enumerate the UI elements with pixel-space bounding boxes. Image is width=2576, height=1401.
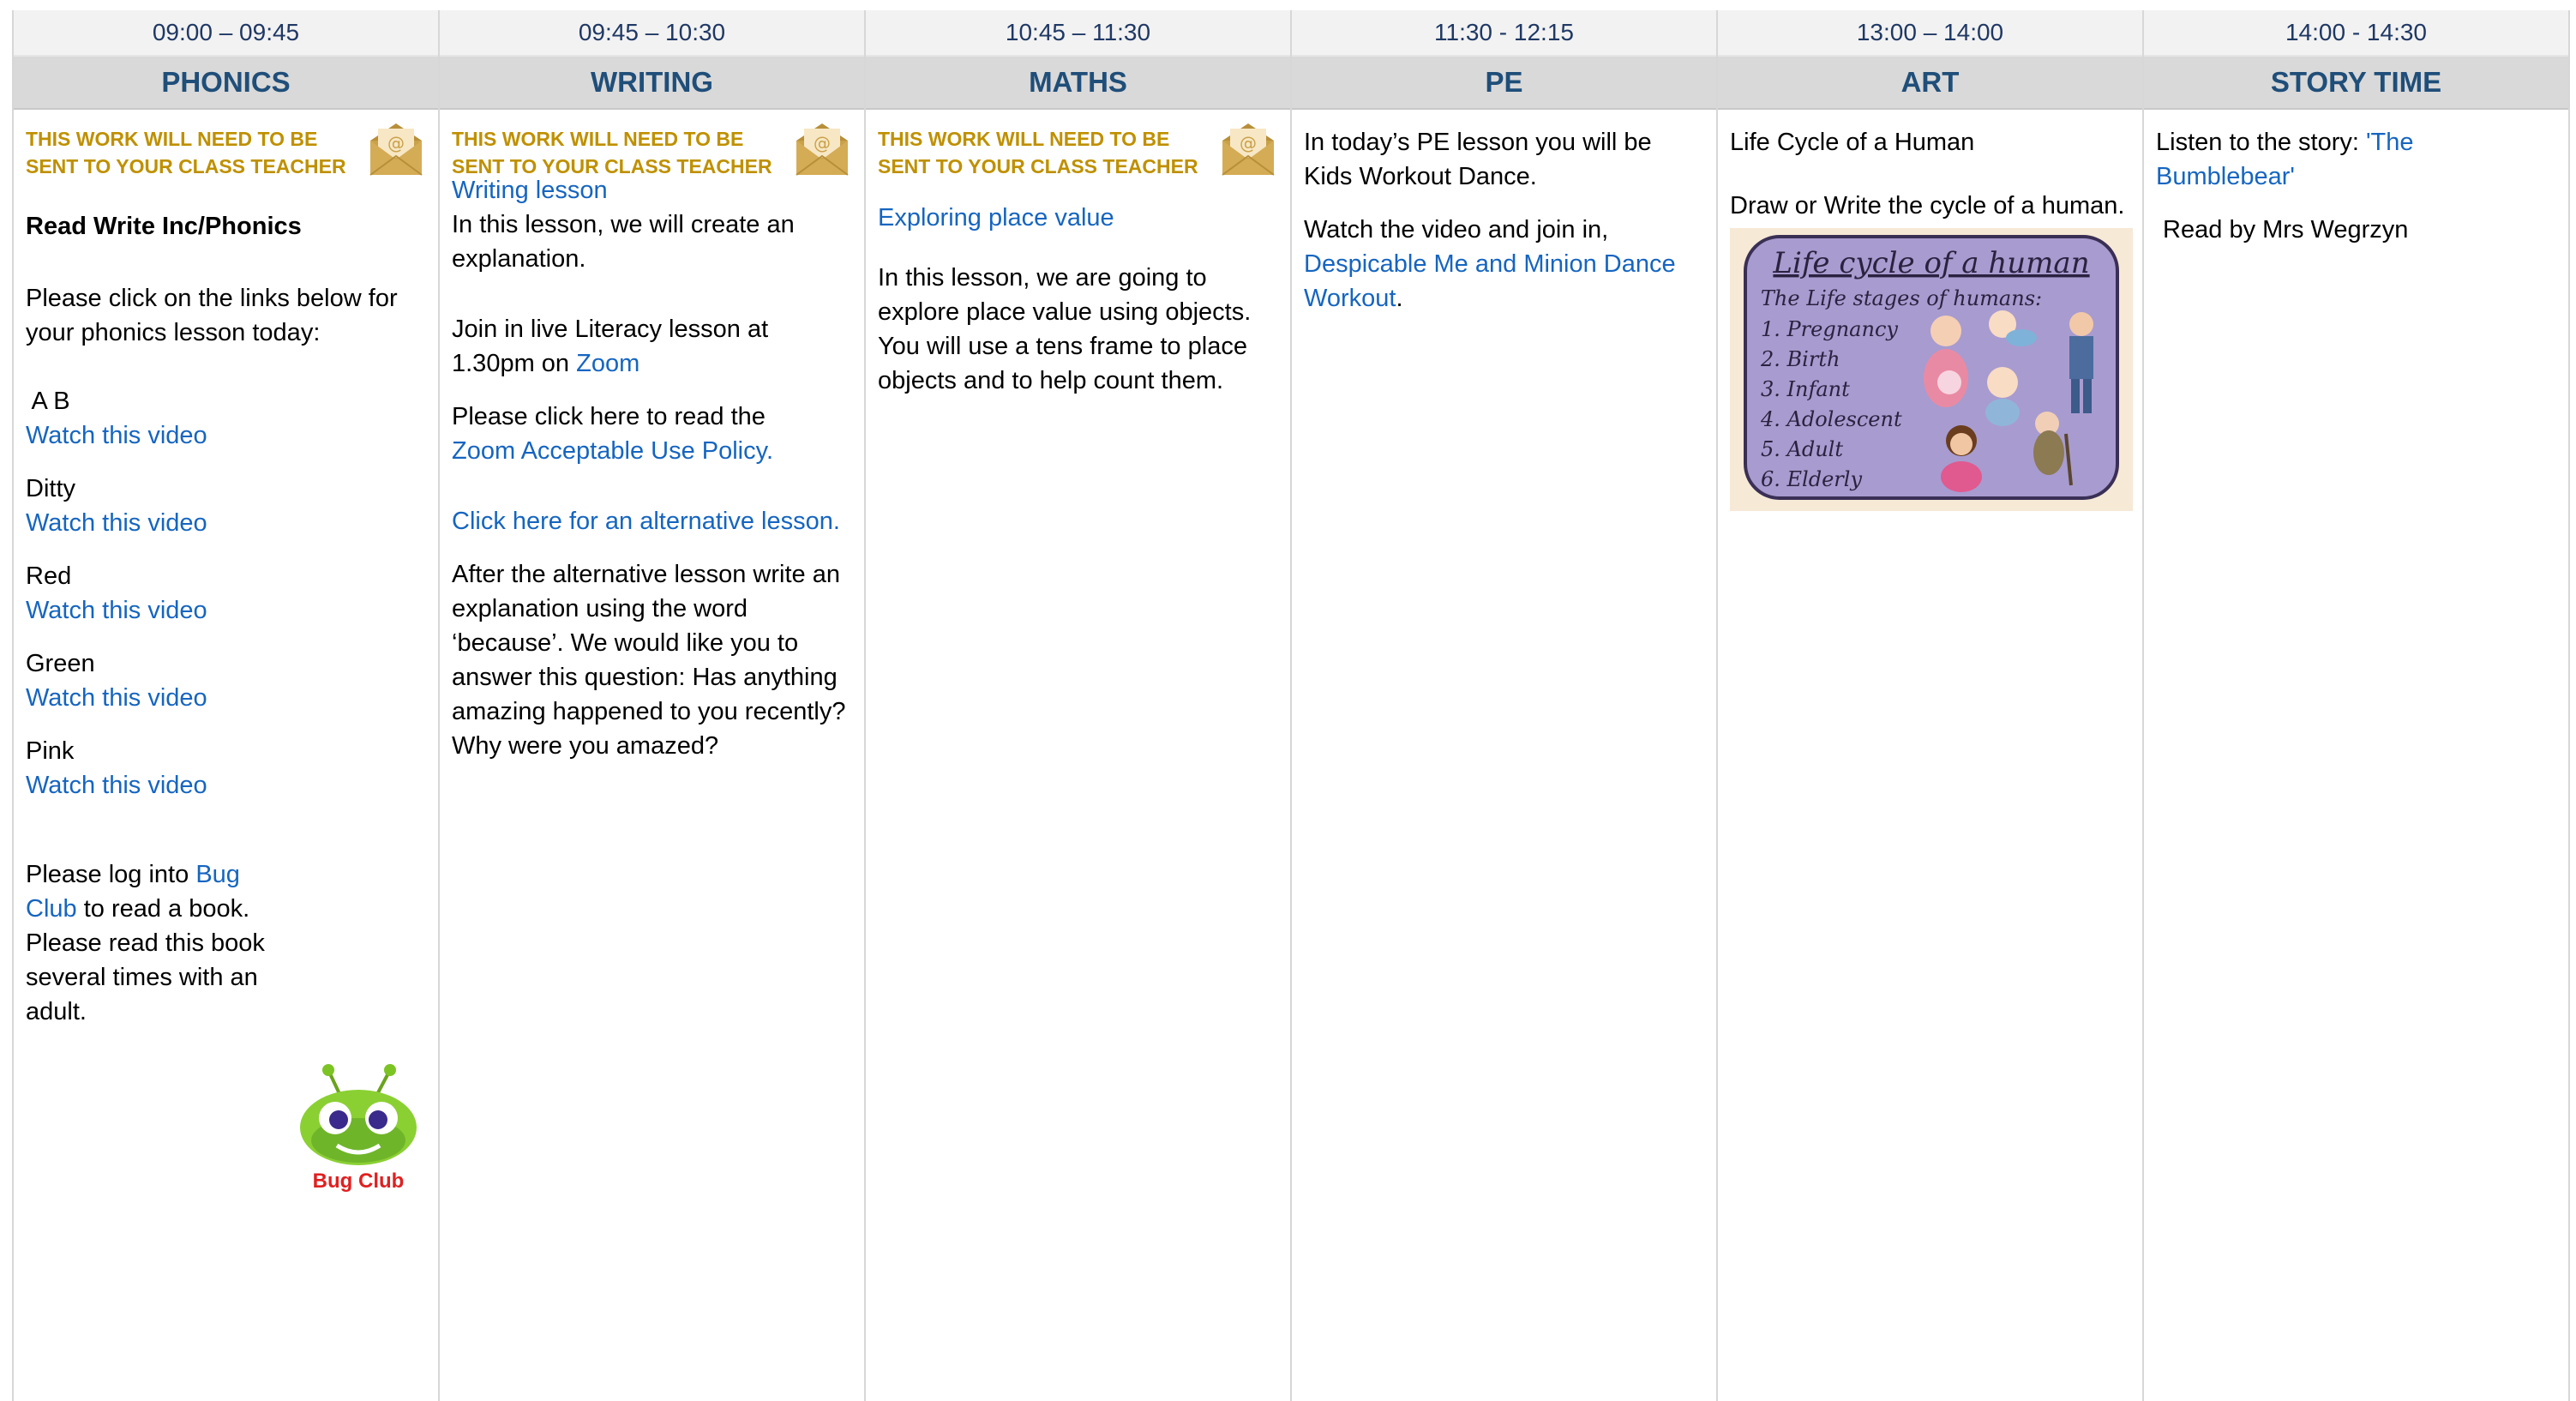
subject-heading: STORY TIME xyxy=(2144,55,2568,110)
notice-line-1: THIS WORK WILL NEED TO BE xyxy=(878,128,1170,150)
subject-heading: WRITING xyxy=(440,55,864,110)
life-stage: 1. Pregnancy xyxy=(1761,317,1898,341)
writing-intro: In this lesson, we will create an explan… xyxy=(452,211,795,273)
time-slot: 10:45 – 11:30 xyxy=(866,10,1290,55)
zoom-link[interactable]: Zoom xyxy=(576,350,639,377)
time-slot: 11:30 - 12:15 xyxy=(1292,10,1716,55)
life-stage: 4. Adolescent xyxy=(1760,407,1902,431)
story-intro: Listen to the story: xyxy=(2156,129,2367,156)
watch-video-link[interactable]: Watch this video xyxy=(26,684,207,712)
time-slot: 14:00 - 14:30 xyxy=(2144,10,2568,55)
art-task: Draw or Write the cycle of a human. xyxy=(1730,192,2125,219)
life-cycle-image: Life cycle of a human The Life stages of… xyxy=(1730,228,2133,511)
live-lesson-text: Join in live Literacy lesson at 1.30pm o… xyxy=(452,316,769,377)
alternative-lesson-link[interactable]: Click here for an alternative lesson. xyxy=(452,508,840,535)
column-body: Life Cycle of a Human Draw or Write the … xyxy=(1718,110,2142,1401)
column-story-time: 14:00 - 14:30 STORY TIME Listen to the s… xyxy=(2142,10,2570,1401)
life-stage: 3. Infant xyxy=(1761,377,1850,401)
subject-heading: PE xyxy=(1292,55,1716,110)
zoom-policy-link[interactable]: Zoom Acceptable Use Policy. xyxy=(452,437,773,465)
minion-dance-link[interactable]: Despicable Me and Minion Dance Workout xyxy=(1304,250,1676,312)
phonics-item-label: Green xyxy=(26,650,95,677)
bug-club-logo-text: Bug Club xyxy=(313,1170,405,1192)
timetable: 09:00 – 09:45 PHONICS THIS WORK WILL NEE… xyxy=(12,10,2570,1401)
column-phonics: 09:00 – 09:45 PHONICS THIS WORK WILL NEE… xyxy=(12,10,438,1401)
column-pe: 11:30 - 12:15 PE In today’s PE lesson yo… xyxy=(1290,10,1716,1401)
notice-line-2: SENT TO YOUR CLASS TEACHER xyxy=(26,155,346,177)
notice-line-2: SENT TO YOUR CLASS TEACHER xyxy=(878,155,1198,177)
svg-text:@: @ xyxy=(814,133,831,153)
policy-text: Please click here to read the xyxy=(452,403,766,430)
column-maths: 10:45 – 11:30 MATHS THIS WORK WILL NEED … xyxy=(864,10,1290,1401)
notice-line-1: THIS WORK WILL NEED TO BE xyxy=(26,128,318,150)
pe-intro: In today’s PE lesson you will be Kids Wo… xyxy=(1304,129,1652,190)
column-art: 13:00 – 14:00 ART Life Cycle of a Human … xyxy=(1716,10,2142,1401)
class-teacher-notice: THIS WORK WILL NEED TO BE SENT TO YOUR C… xyxy=(878,123,1276,180)
phonics-item-label: A B xyxy=(26,388,70,415)
life-cycle-title: Life cycle of a human xyxy=(1772,246,2089,280)
time-slot: 13:00 – 14:00 xyxy=(1718,10,2142,55)
watch-video-link[interactable]: Watch this video xyxy=(26,509,207,537)
place-value-link[interactable]: Exploring place value xyxy=(878,204,1114,231)
phonics-intro: Please click on the links below for your… xyxy=(26,285,398,346)
time-slot: 09:45 – 10:30 xyxy=(440,10,864,55)
watch-video-link[interactable]: Watch this video xyxy=(26,597,207,624)
subject-heading: ART xyxy=(1718,55,2142,110)
life-stage: 2. Birth xyxy=(1760,347,1840,371)
time-slot: 09:00 – 09:45 xyxy=(14,10,438,55)
writing-lesson-link[interactable]: Writing lesson xyxy=(452,177,608,204)
class-teacher-notice: THIS WORK WILL NEED TO BE SENT TO YOUR C… xyxy=(452,123,850,180)
column-body: In today’s PE lesson you will be Kids Wo… xyxy=(1292,110,1716,1401)
story-reader: Read by Mrs Wegrzyn xyxy=(2156,216,2409,244)
art-title: Life Cycle of a Human xyxy=(1730,129,1975,156)
phonics-item-label: Pink xyxy=(26,737,75,765)
life-stage: 6. Elderly xyxy=(1761,467,1862,491)
column-body: Listen to the story: 'The Bumblebear' Re… xyxy=(2144,110,2568,1401)
life-cycle-subtitle: The Life stages of humans: xyxy=(1761,286,2042,310)
class-teacher-notice: THIS WORK WILL NEED TO BE SENT TO YOUR C… xyxy=(26,123,424,180)
subject-heading: MATHS xyxy=(866,55,1290,110)
email-envelope-icon: @ xyxy=(1222,123,1275,176)
subject-heading: PHONICS xyxy=(14,55,438,110)
svg-text:@: @ xyxy=(1240,133,1257,153)
watch-video-link[interactable]: Watch this video xyxy=(26,422,207,449)
column-body: THIS WORK WILL NEED TO BE SENT TO YOUR C… xyxy=(866,110,1290,1401)
maths-text: In this lesson, we are going to explore … xyxy=(878,264,1252,394)
phonics-heading: Read Write Inc/Phonics xyxy=(26,213,302,240)
column-body: THIS WORK WILL NEED TO BE SENT TO YOUR C… xyxy=(14,110,438,1401)
email-envelope-icon: @ xyxy=(369,123,423,176)
phonics-item-label: Ditty xyxy=(26,475,75,502)
watch-video-link[interactable]: Watch this video xyxy=(26,772,207,799)
notice-line-1: THIS WORK WILL NEED TO BE xyxy=(452,128,744,150)
svg-text:@: @ xyxy=(387,133,405,153)
pe-watch-text: Watch the video and join in, xyxy=(1304,216,1609,244)
phonics-item-label: Red xyxy=(26,562,72,590)
bug-club-logo: Bug Club xyxy=(300,1064,417,1192)
writing-task: After the alternative lesson write an ex… xyxy=(452,561,846,760)
email-envelope-icon: @ xyxy=(796,123,849,176)
column-writing: 09:45 – 10:30 WRITING THIS WORK WILL NEE… xyxy=(438,10,864,1401)
life-stage: 5. Adult xyxy=(1761,437,1843,461)
bug-club-instructions: Please log into Bug Club to read a book.… xyxy=(26,861,265,1025)
column-body: THIS WORK WILL NEED TO BE SENT TO YOUR C… xyxy=(440,110,864,1401)
